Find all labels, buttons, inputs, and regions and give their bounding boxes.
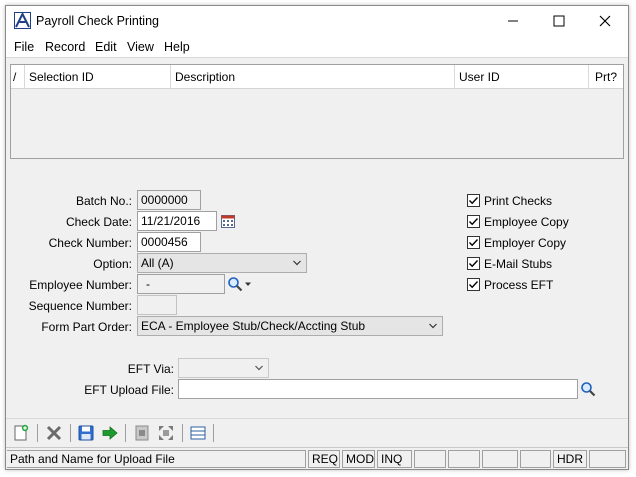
search-icon (581, 382, 596, 397)
process-eft-label: Process EFT (484, 278, 554, 292)
option-label: Option: (93, 257, 132, 271)
option-dropdown[interactable]: All (A) (137, 253, 307, 273)
toolbar-separator (37, 424, 38, 442)
form-part-order-label: Form Part Order: (41, 320, 132, 334)
checkmark-icon (467, 257, 480, 270)
chevron-down-icon (429, 323, 437, 329)
grid-col-print[interactable]: Prt? (589, 65, 623, 89)
proceed-button[interactable] (99, 423, 121, 443)
eft-upload-file-field[interactable] (178, 379, 578, 399)
status-inq: INQ (377, 450, 412, 468)
menu-bar: File Record Edit View Help (6, 36, 628, 58)
toolbar-separator (125, 424, 126, 442)
list-view-button[interactable] (187, 423, 209, 443)
check-number-label: Check Number: (48, 236, 132, 250)
print-checks-label: Print Checks (484, 194, 553, 208)
window-title: Payroll Check Printing (36, 14, 159, 28)
status-cell-blank-2 (448, 450, 480, 468)
save-button[interactable] (75, 423, 97, 443)
caret-down-icon (245, 282, 251, 286)
expand-button[interactable] (155, 423, 177, 443)
employee-number-field[interactable]: - (137, 274, 225, 294)
status-message: Path and Name for Upload File (7, 450, 306, 468)
menu-view[interactable]: View (127, 40, 154, 54)
minimize-button[interactable] (490, 6, 536, 36)
email-stubs-label: E-Mail Stubs (484, 257, 553, 271)
eft-via-label: EFT Via: (127, 362, 174, 376)
check-date-field[interactable]: 11/21/2016 (137, 211, 217, 231)
new-record-button[interactable] (10, 423, 32, 443)
chevron-down-icon (255, 365, 263, 371)
status-bar: Path and Name for Upload File REQ MOD IN… (6, 447, 628, 469)
status-hdr: HDR (553, 450, 587, 468)
search-icon (228, 277, 243, 292)
toolbar-separator (213, 424, 214, 442)
batch-no-field[interactable]: 0000000 (137, 190, 201, 210)
app-logo-icon (14, 12, 31, 29)
form-part-order-dropdown[interactable]: ECA - Employee Stub/Check/Accting Stub (137, 316, 443, 336)
check-number-field[interactable]: 0000456 (137, 232, 201, 252)
page-icon (135, 425, 149, 441)
check-date-label: Check Date: (65, 215, 132, 229)
sequence-number-label: Sequence Number: (28, 299, 132, 313)
delete-button[interactable] (43, 423, 65, 443)
chevron-down-icon (293, 260, 301, 266)
status-mod: MOD (342, 450, 375, 468)
menu-help[interactable]: Help (164, 40, 190, 54)
eft-upload-file-label: EFT Upload File: (84, 383, 174, 397)
arrow-right-icon (102, 426, 118, 440)
list-icon (190, 426, 206, 440)
status-cell-blank-1 (414, 450, 446, 468)
checkmark-icon (467, 236, 480, 249)
status-cell-blank-3 (482, 450, 518, 468)
eft-via-dropdown[interactable] (178, 358, 269, 378)
maximize-button[interactable] (536, 6, 582, 36)
menu-record[interactable]: Record (45, 40, 85, 54)
checkmark-icon (467, 194, 480, 207)
payroll-check-printing-window: Payroll Check Printing File Record Edit … (5, 5, 629, 470)
new-document-icon (14, 424, 29, 441)
delete-x-icon (46, 425, 62, 441)
toolbar-separator (182, 424, 183, 442)
save-disk-icon (78, 425, 94, 441)
employer-copy-label: Employer Copy (484, 236, 567, 250)
menu-file[interactable]: File (14, 40, 34, 54)
sequence-number-field[interactable] (137, 295, 177, 315)
calendar-icon[interactable] (218, 211, 238, 231)
grid-col-marker[interactable]: / (11, 65, 25, 89)
grid-header: / Selection ID Description User ID Prt? (11, 65, 623, 89)
expand-arrows-icon (159, 426, 173, 440)
option-dropdown-value: All (A) (141, 256, 174, 270)
status-cell-blank-4 (520, 450, 551, 468)
status-req: REQ (308, 450, 340, 468)
grid-col-description[interactable]: Description (171, 65, 455, 89)
toolbar (6, 418, 628, 446)
employee-copy-label: Employee Copy (484, 215, 569, 229)
employee-number-label: Employee Number: (29, 278, 132, 292)
grid-col-selection-id[interactable]: Selection ID (25, 65, 171, 89)
form-part-order-value: ECA - Employee Stub/Check/Accting Stub (141, 319, 366, 333)
close-button[interactable] (582, 6, 628, 36)
checkmark-icon (467, 278, 480, 291)
first-page-button[interactable] (131, 423, 153, 443)
checkmark-icon (467, 215, 480, 228)
selection-grid[interactable]: / Selection ID Description User ID Prt? (10, 64, 624, 159)
employee-lookup-options-button[interactable] (242, 274, 254, 294)
status-cell-blank-5 (589, 450, 626, 468)
eft-upload-browse-button[interactable] (578, 379, 598, 399)
batch-no-label: Batch No.: (75, 194, 132, 208)
toolbar-separator (70, 424, 71, 442)
menu-edit[interactable]: Edit (95, 40, 117, 54)
grid-col-user-id[interactable]: User ID (455, 65, 589, 89)
title-bar: Payroll Check Printing (6, 6, 628, 36)
